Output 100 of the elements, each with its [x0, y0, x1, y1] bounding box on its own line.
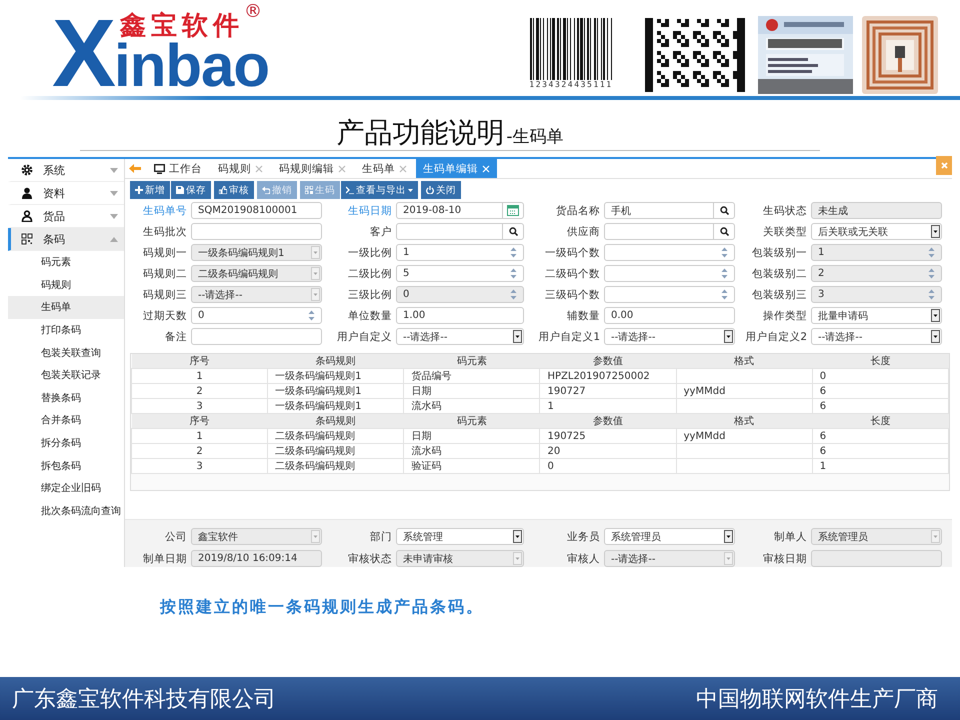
table-cell: 二级条码编码规则 [268, 444, 404, 458]
number-field[interactable]: 1 [396, 244, 524, 261]
field-label: 码规则三 [142, 288, 187, 302]
tab[interactable]: 码规则编辑 [272, 159, 353, 178]
menu-item[interactable]: 生码单 [8, 296, 124, 319]
toolbar-button[interactable]: 保存 [171, 181, 211, 199]
table-cell: 1 [540, 398, 676, 414]
table-cell: 6 [812, 444, 948, 458]
user-icon [21, 210, 33, 222]
table-cell: 6 [812, 398, 948, 414]
toolbar-button[interactable]: 审核 [214, 181, 254, 199]
table-cell: 3 [132, 458, 268, 474]
lookup-field[interactable] [604, 223, 735, 240]
dropdown[interactable]: 批量申请码 [811, 307, 942, 324]
text-field[interactable] [191, 328, 322, 345]
column-header: 条码规则 [268, 354, 404, 368]
field-label: 部门 [369, 530, 392, 544]
menu-item[interactable]: 替换条码 [8, 386, 124, 410]
field-label: 审核状态 [347, 552, 392, 566]
table-cell: 1 [132, 428, 268, 444]
close-icon[interactable] [399, 164, 407, 172]
field-label: 客户 [369, 224, 392, 238]
caret-icon [513, 330, 522, 343]
caret-icon [724, 552, 733, 565]
text-field[interactable] [191, 223, 322, 240]
calendar-icon [507, 205, 519, 216]
dropdown[interactable]: --请选择-- [396, 328, 524, 345]
close-icon[interactable] [255, 164, 263, 172]
dropdown[interactable]: 后关联或无关联 [811, 223, 942, 240]
text-field[interactable]: SQM201908100001 [191, 202, 322, 219]
date-field[interactable]: 2019-08-10 [396, 202, 524, 219]
table-cell: 0 [540, 458, 676, 474]
number-field[interactable] [604, 244, 735, 261]
close-button[interactable] [936, 156, 952, 175]
barcode-icon [305, 186, 313, 194]
field-label: 审核人 [566, 552, 600, 566]
back-arrow-icon[interactable] [129, 164, 141, 173]
number-field[interactable] [604, 286, 735, 303]
text-field[interactable]: 0.00 [604, 307, 735, 324]
field-label: 生码日期 [347, 204, 392, 218]
stepper-icon [510, 247, 517, 258]
stepper-icon [721, 268, 728, 279]
dropdown[interactable]: --请选择-- [811, 328, 942, 345]
column-header: 参数值 [540, 414, 676, 428]
menu-item[interactable]: 系统 [8, 159, 124, 182]
table-cell: 货品编号 [404, 368, 540, 384]
table-cell: 一级条码编码规则1 [268, 368, 404, 384]
menu-item[interactable]: 拆包条码 [8, 454, 124, 477]
menu-item[interactable]: 资料 [8, 182, 124, 205]
caret-icon [724, 330, 733, 343]
menu-item[interactable]: 包装关联查询 [8, 341, 124, 364]
menu-item[interactable]: 码规则 [8, 274, 124, 296]
caret-icon [513, 552, 522, 565]
page-subtitle: -生码单 [506, 129, 564, 146]
table-cell: 6 [812, 384, 948, 398]
undo-icon [262, 186, 270, 194]
slogan-text: 中国物联网软件生产厂商 [696, 686, 938, 714]
tab[interactable]: 生码单编辑 [416, 159, 497, 178]
company-name: 广东鑫宝软件科技有限公司 [12, 686, 276, 714]
text-field[interactable]: 1.00 [396, 307, 524, 324]
save-icon [176, 186, 184, 194]
field-label: 用户自定义1 [537, 330, 600, 344]
dropdown[interactable]: 系统管理 [396, 528, 524, 545]
stepper-icon [928, 268, 935, 279]
toolbar-button[interactable]: 新增 [130, 181, 170, 199]
field-label: 生码批次 [142, 224, 187, 238]
number-field[interactable]: 0 [191, 307, 322, 324]
column-header: 格式 [676, 414, 812, 428]
lookup-field[interactable] [396, 223, 524, 240]
number-field[interactable] [604, 265, 735, 282]
menu-item[interactable]: 打印条码 [8, 318, 124, 342]
table-cell: 验证码 [404, 458, 540, 474]
menu-item[interactable]: 批次条码流向查询 [8, 500, 124, 522]
dropdown[interactable]: --请选择-- [604, 328, 735, 345]
toolbar-button[interactable]: 查看与导出 [341, 181, 418, 199]
toolbar-button[interactable]: 关闭 [421, 181, 461, 199]
field-label: 制单日期 [142, 552, 187, 566]
menu-item[interactable]: 条码 [8, 228, 124, 251]
table-cell: 日期 [404, 384, 540, 398]
menu-item[interactable]: 合并条码 [8, 409, 124, 432]
dropdown[interactable]: 系统管理员 [604, 528, 735, 545]
field-label: 生码状态 [762, 204, 807, 218]
plus-icon [135, 186, 143, 194]
tab[interactable]: 工作台 [147, 159, 209, 178]
field-label: 公司 [164, 530, 187, 544]
tab[interactable]: 生码单 [355, 159, 414, 178]
menu-item[interactable]: 包装关联记录 [8, 364, 124, 387]
number-field[interactable]: 5 [396, 265, 524, 282]
menu-item[interactable]: 拆分条码 [8, 432, 124, 454]
field-label: 用户自定义 [336, 330, 392, 344]
lookup-field[interactable]: 手机 [604, 202, 735, 219]
close-icon[interactable] [338, 164, 346, 172]
caret-icon [311, 246, 320, 259]
caret-icon [311, 530, 320, 543]
menu-item[interactable]: 绑定企业旧码 [8, 476, 124, 500]
tab[interactable]: 码规则 [211, 159, 270, 178]
caret-icon [931, 530, 940, 543]
menu-item[interactable]: 码元素 [8, 251, 124, 274]
power-icon [426, 186, 434, 194]
table-cell: yyMMdd [676, 384, 812, 398]
